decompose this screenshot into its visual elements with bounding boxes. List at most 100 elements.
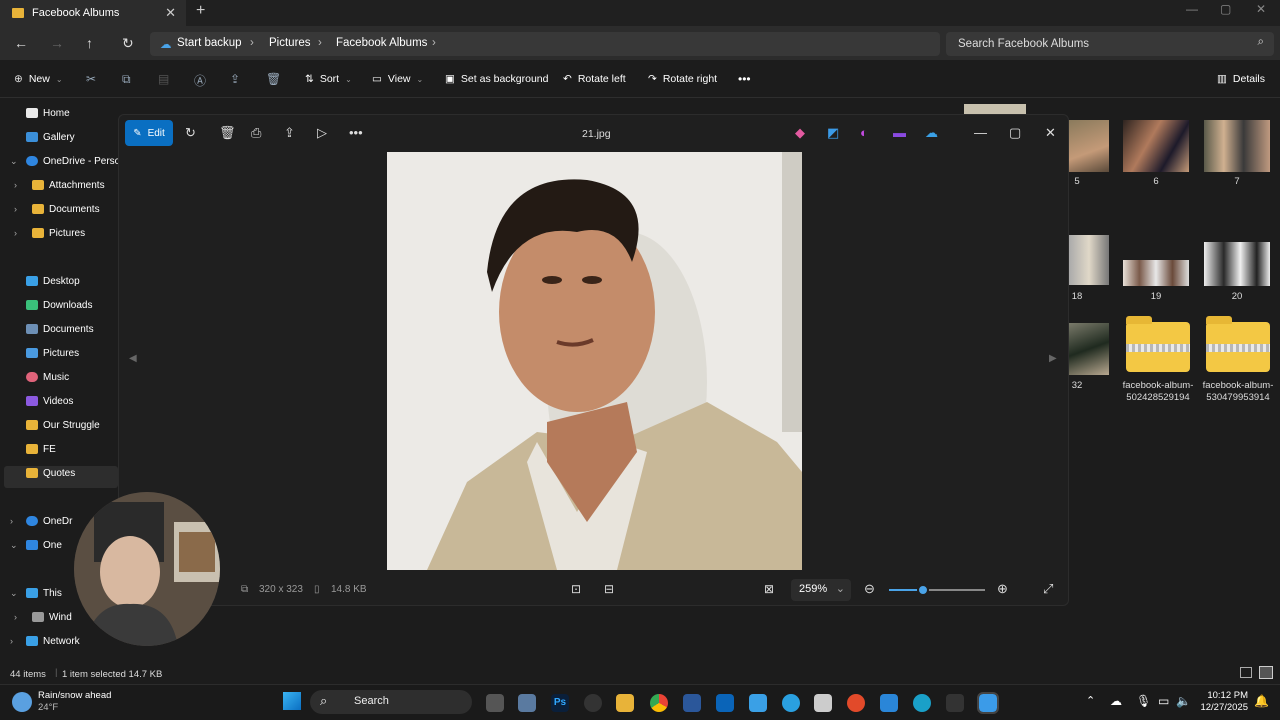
notepad-icon[interactable] [749, 694, 767, 712]
sidebar-item-windows[interactable]: Wind [32, 608, 72, 626]
file-explorer-icon[interactable] [616, 694, 634, 712]
set-background-button[interactable]: ▣ Set as background [445, 73, 548, 85]
search-input[interactable]: Search Facebook Albums ⌕ [946, 32, 1274, 56]
breadcrumb-facebook-albums[interactable]: Facebook Albums [336, 37, 427, 49]
edge-icon[interactable] [913, 694, 931, 712]
maximize-icon[interactable]: ▢ [1009, 125, 1021, 141]
photoshop-icon[interactable]: Ps [551, 694, 569, 712]
thumbnail-32[interactable] [1069, 323, 1109, 375]
app-icon[interactable] [880, 694, 898, 712]
copy-icon[interactable]: ⧉ [122, 72, 131, 87]
paste-icon[interactable]: ▤ [158, 72, 169, 86]
sidebar-item-downloads[interactable]: Downloads [26, 296, 92, 314]
app-icon[interactable] [946, 694, 964, 712]
outlook-icon[interactable] [716, 694, 734, 712]
chevron-right-icon[interactable]: › [14, 228, 17, 238]
people-icon[interactable]: ⊡ [571, 582, 581, 596]
print-icon[interactable]: ⎙ [251, 125, 261, 141]
thumbnail-20[interactable] [1204, 242, 1270, 286]
sidebar-item-music[interactable]: Music [26, 368, 69, 386]
sidebar-item-this-pc[interactable]: This [26, 584, 62, 602]
onedrive-icon[interactable]: ☁ [925, 125, 938, 141]
maximize-icon[interactable]: ▢ [1220, 2, 1231, 16]
slideshow-icon[interactable]: ▷ [317, 125, 327, 141]
chevron-up-icon[interactable]: ⌃ [1086, 694, 1095, 707]
rename-icon[interactable]: Ⓐ [194, 72, 206, 89]
zip-folder-icon[interactable] [1206, 316, 1270, 372]
weather-icon[interactable] [12, 692, 32, 712]
chevron-right-icon[interactable]: › [432, 37, 436, 49]
chevron-right-icon[interactable]: › [14, 204, 17, 214]
delete-icon[interactable]: 🗑 [266, 72, 281, 86]
weather-widget[interactable]: Rain/snow ahead 24°F [38, 690, 111, 714]
clipchamp-icon[interactable]: ◐ [860, 125, 868, 140]
chrome-icon[interactable] [650, 694, 668, 712]
sidebar-item-documents-onedrive[interactable]: Documents [32, 200, 100, 218]
sidebar-item-home[interactable]: Home [26, 104, 70, 122]
thumbnail-6[interactable] [1123, 120, 1189, 172]
minimize-icon[interactable]: — [1186, 2, 1198, 16]
app-icon[interactable] [584, 694, 602, 712]
taskbar-search[interactable]: ⌕ Search [310, 690, 472, 714]
sidebar-item-attachments[interactable]: Attachments [32, 176, 105, 194]
details-view-icon[interactable] [1240, 667, 1252, 678]
clock[interactable]: 10:12 PM 12/27/2025 [1198, 690, 1248, 714]
zoom-slider[interactable] [889, 589, 985, 591]
tab-facebook-albums[interactable]: Facebook Albums ✕ [0, 0, 186, 26]
zoom-out-icon[interactable]: ⊖ [864, 581, 875, 597]
share-icon[interactable]: ⇪ [284, 125, 295, 141]
up-icon[interactable]: ↑ [86, 35, 93, 51]
start-icon[interactable] [283, 692, 301, 710]
chevron-down-icon[interactable]: ⌄ [10, 156, 18, 167]
share-icon[interactable]: ⇪ [230, 72, 240, 86]
thumbnail-19[interactable] [1123, 260, 1189, 286]
back-icon[interactable]: ← [14, 35, 28, 51]
copilot-icon[interactable]: ◆ [795, 125, 805, 141]
microphone-icon[interactable]: 🎙 [1136, 694, 1151, 708]
sidebar-item-pictures-onedrive[interactable]: Pictures [32, 224, 85, 242]
more-icon[interactable]: ••• [738, 72, 751, 86]
notification-icon[interactable]: 🔔 [1254, 694, 1269, 708]
details-button[interactable]: ▥ Details [1217, 73, 1265, 85]
chevron-right-icon[interactable]: › [10, 516, 13, 526]
thumbnail-7[interactable] [1204, 120, 1270, 172]
word-icon[interactable] [683, 694, 701, 712]
zip-folder-icon[interactable] [1126, 316, 1190, 372]
view-button[interactable]: ▭ View ⌄ [372, 73, 423, 85]
photos-icon[interactable] [977, 692, 999, 714]
zoom-level-dropdown[interactable]: 259% ⌄ [791, 579, 851, 601]
chevron-down-icon[interactable]: ⌄ [10, 540, 18, 551]
delete-icon[interactable]: 🗑 [219, 125, 236, 141]
zoom-slider-thumb[interactable] [916, 584, 929, 596]
new-tab-icon[interactable]: + [196, 2, 205, 20]
new-button[interactable]: ⊕ New ⌄ [14, 73, 63, 85]
chevron-right-icon[interactable]: › [14, 612, 17, 622]
cloud-icon[interactable]: ☁ [1110, 694, 1122, 708]
rotate-right-button[interactable]: ↷ Rotate right [648, 73, 717, 85]
volume-icon[interactable]: 🔈 [1176, 694, 1191, 708]
close-icon[interactable]: ✕ [1045, 125, 1056, 141]
refresh-icon[interactable]: ↻ [122, 35, 134, 52]
telegram-icon[interactable] [782, 694, 800, 712]
sidebar-item-pictures[interactable]: Pictures [26, 344, 79, 362]
sidebar-item-quotes[interactable]: Quotes [26, 464, 75, 482]
previous-arrow-icon[interactable]: ◀ [129, 353, 137, 364]
minimize-icon[interactable]: — [974, 125, 987, 140]
sidebar-item-our-struggle[interactable]: Our Struggle [26, 416, 100, 434]
thumbnail-view-icon[interactable] [1259, 666, 1273, 679]
close-tab-icon[interactable]: ✕ [165, 5, 176, 21]
sidebar-item-one[interactable]: One [26, 536, 62, 554]
sort-button[interactable]: ⇅ Sort ⌄ [305, 73, 352, 85]
rotate-icon[interactable]: ↻ [185, 125, 196, 141]
thumbnail-5[interactable] [1069, 120, 1109, 172]
designer-icon[interactable]: ▬ [893, 125, 906, 140]
app-icon[interactable] [814, 694, 832, 712]
sidebar-item-gallery[interactable]: Gallery [26, 128, 75, 146]
more-icon[interactable]: ••• [349, 125, 363, 140]
rotate-left-button[interactable]: ↶ Rotate left [563, 73, 626, 85]
network-icon[interactable]: ▭ [1158, 694, 1169, 708]
filmstrip-icon[interactable]: ⊟ [604, 582, 614, 596]
thumbnail-18[interactable] [1069, 235, 1109, 285]
calculator-icon[interactable] [518, 694, 536, 712]
zoom-in-icon[interactable]: ⊕ [997, 581, 1008, 597]
